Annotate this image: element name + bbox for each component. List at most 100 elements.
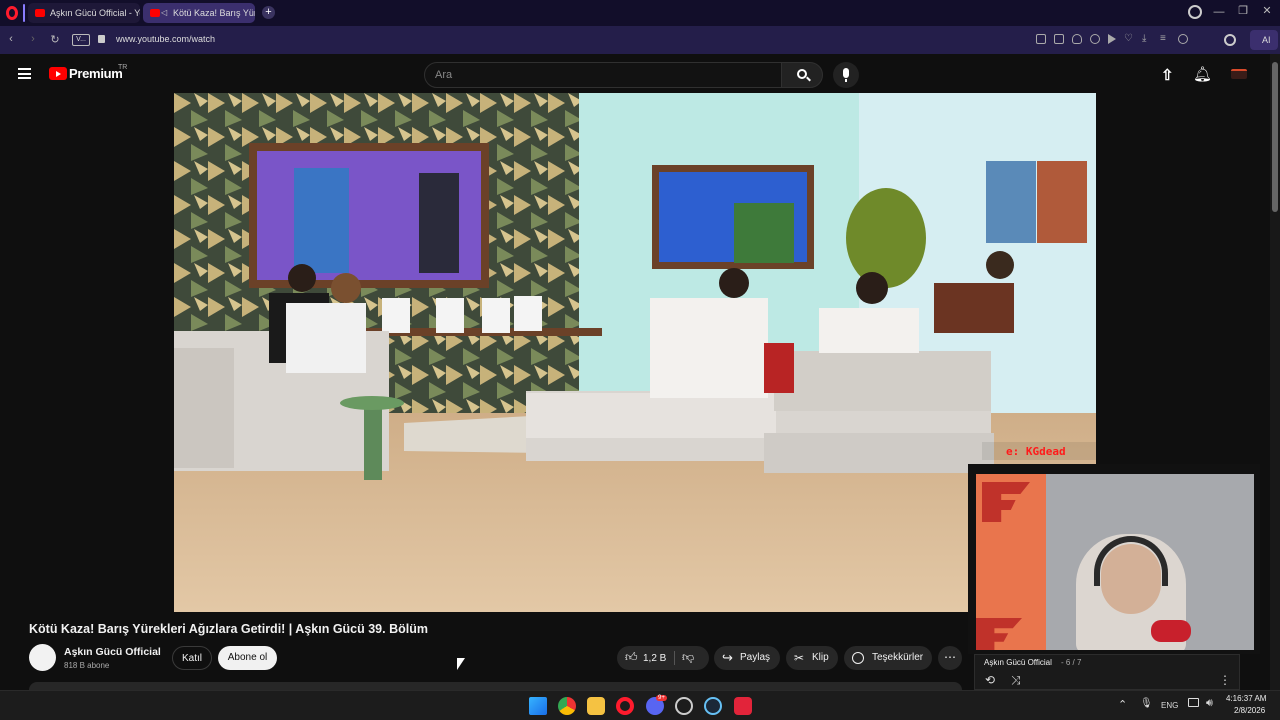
- heart-icon[interactable]: ♡: [1124, 34, 1134, 44]
- scissors-icon: ✂: [794, 651, 805, 665]
- more-horizontal-icon: ⋯: [944, 650, 956, 664]
- download-icon[interactable]: ⤓: [1142, 34, 1152, 44]
- tab-search-icon[interactable]: [1188, 5, 1202, 19]
- windows-start-icon[interactable]: [529, 697, 547, 715]
- join-label: Katıl: [181, 653, 202, 664]
- shield-icon[interactable]: [1072, 34, 1082, 44]
- account-avatar[interactable]: [1231, 69, 1247, 79]
- playlist-more-icon[interactable]: ⋮: [1219, 673, 1231, 687]
- profile-icon[interactable]: [1178, 34, 1188, 44]
- notifications-bell-icon[interactable]: 🔔︎: [1193, 65, 1212, 83]
- tray-chevron-icon[interactable]: ⌃: [1118, 698, 1127, 711]
- forward-button[interactable]: ›: [26, 33, 40, 45]
- like-divider: [674, 651, 675, 665]
- opera-taskbar-icon[interactable]: [616, 697, 634, 715]
- clip-button[interactable]: ✂ Klip: [786, 646, 838, 670]
- extension-icon[interactable]: [1090, 34, 1100, 44]
- tab-askin-gucu-channel[interactable]: Aşkın Gücü Official - YouT: [28, 3, 140, 23]
- youtube-header: Premium TR Ara ⇧ 🔔︎: [0, 54, 1280, 94]
- share-button[interactable]: ↪ Paylaş: [714, 646, 780, 670]
- browser-tab-bar: Aşkın Gücü Official - YouT ◁ Kötü Kaza! …: [0, 0, 1280, 26]
- video-frame-scene: [174, 93, 1096, 612]
- red-app-icon[interactable]: [734, 697, 752, 715]
- subscribe-label: Abone ol: [227, 652, 268, 663]
- page-scrollbar[interactable]: [1270, 54, 1280, 690]
- edit-icon[interactable]: [1036, 34, 1046, 44]
- extensions-box-icon[interactable]: [1224, 34, 1236, 46]
- voice-search-button[interactable]: [833, 62, 859, 88]
- search-button[interactable]: [781, 62, 823, 88]
- opera-logo-icon[interactable]: [6, 6, 18, 20]
- tray-mic-icon[interactable]: 🎙︎: [1140, 698, 1153, 709]
- ai-button[interactable]: AI: [1250, 30, 1278, 50]
- share-icon: ↪: [722, 650, 733, 665]
- more-actions-button[interactable]: ⋯: [938, 646, 962, 670]
- back-button[interactable]: ‹: [4, 33, 18, 45]
- play-icon[interactable]: [1108, 34, 1116, 44]
- share-label: Paylaş: [740, 652, 771, 663]
- speaker-icon: ◁: [161, 8, 168, 17]
- close-window-button[interactable]: ✕: [1260, 4, 1274, 17]
- scrollbar-thumb[interactable]: [1272, 62, 1278, 212]
- like-count: 1,2 B: [643, 653, 667, 664]
- youtube-favicon-icon: [150, 9, 160, 17]
- clock-date[interactable]: 2/8/2026: [1234, 706, 1265, 715]
- hamburger-menu-icon[interactable]: [18, 68, 31, 79]
- dislike-button[interactable]: 👎︎: [678, 646, 706, 670]
- region-code: TR: [118, 64, 128, 71]
- network-icon[interactable]: [1188, 698, 1199, 707]
- mouse-cursor-icon: [457, 658, 465, 670]
- youtube-premium-label[interactable]: Premium: [69, 66, 123, 81]
- thumbs-down-icon: 👎︎: [682, 650, 695, 664]
- tab-label: Kötü Kaza! Barış Yüreki: [173, 8, 255, 18]
- windows-taskbar: 9+ ⌃ 🎙︎ ENG 🔊︎ 4:16:37 AM 2/8/2026: [0, 690, 1280, 720]
- stream-overlay-text: e: KGdead: [1006, 445, 1066, 458]
- chatgpt-icon[interactable]: [675, 697, 693, 715]
- volume-icon[interactable]: 🔊︎: [1206, 697, 1213, 710]
- clip-label: Klip: [812, 652, 829, 663]
- menu-icon[interactable]: ≡: [1160, 34, 1170, 44]
- video-player[interactable]: e: KGdead: [174, 93, 1096, 612]
- youtube-favicon-icon: [35, 9, 45, 17]
- playlist-mini-panel: Aşkın Gücü Official - 6 / 7 ⟲ ⤨ ⋮: [974, 654, 1240, 690]
- channel-name[interactable]: Aşkın Gücü Official: [64, 646, 161, 658]
- shuffle-icon[interactable]: ⤨: [1011, 673, 1021, 688]
- address-toolbar-icons: ♡ ⤓ ≡: [1036, 34, 1206, 46]
- language-indicator[interactable]: ENG: [1161, 701, 1178, 710]
- loop-icon[interactable]: ⟲: [985, 673, 995, 687]
- file-explorer-icon[interactable]: [587, 697, 605, 715]
- chrome-icon[interactable]: [558, 697, 576, 715]
- like-button[interactable]: 👍︎ 1,2 B: [621, 646, 673, 670]
- vpn-badge[interactable]: V...: [72, 34, 90, 46]
- thanks-icon: [852, 652, 864, 664]
- steam-icon[interactable]: [704, 697, 722, 715]
- playlist-channel[interactable]: Aşkın Gücü Official: [984, 658, 1052, 667]
- video-title: Kötü Kaza! Barış Yürekleri Ağızlara Geti…: [29, 622, 428, 636]
- maximize-button[interactable]: ❐: [1236, 4, 1250, 17]
- clock-time[interactable]: 4:16:37 AM: [1226, 694, 1266, 703]
- minimize-button[interactable]: —: [1212, 6, 1226, 18]
- camera-icon[interactable]: [1054, 34, 1064, 44]
- reload-button[interactable]: ↻: [48, 33, 62, 46]
- subscriber-count: 818 B abone: [64, 661, 110, 670]
- upload-icon[interactable]: ⇧: [1161, 66, 1174, 84]
- thanks-button[interactable]: Teşekkürler: [844, 646, 932, 670]
- new-tab-button[interactable]: +: [262, 6, 275, 19]
- playlist-position: - 6 / 7: [1061, 658, 1082, 667]
- description-box-edge: [29, 682, 962, 690]
- microphone-icon: [1151, 620, 1191, 642]
- search-input[interactable]: Ara: [424, 62, 782, 88]
- subscribe-button[interactable]: Abone ol: [218, 646, 277, 670]
- lock-icon: [98, 35, 105, 43]
- sidebar-divider: [23, 4, 25, 22]
- join-button[interactable]: Katıl: [172, 646, 212, 670]
- thumbs-up-icon: 👍︎: [625, 650, 638, 664]
- webcam-overlay: [968, 464, 1260, 654]
- youtube-logo-icon[interactable]: [49, 67, 67, 80]
- tab-kotu-kaza-video[interactable]: ◁ Kötü Kaza! Barış Yüreki: [143, 3, 255, 23]
- channel-avatar[interactable]: [29, 644, 56, 671]
- browser-address-bar: ‹ › ↻ V... www.youtube.com/watch ♡ ⤓ ≡ A…: [0, 26, 1280, 54]
- webcam-frame-border: [972, 470, 1258, 654]
- url-field[interactable]: www.youtube.com/watch: [116, 34, 215, 44]
- mic-icon: [843, 68, 849, 78]
